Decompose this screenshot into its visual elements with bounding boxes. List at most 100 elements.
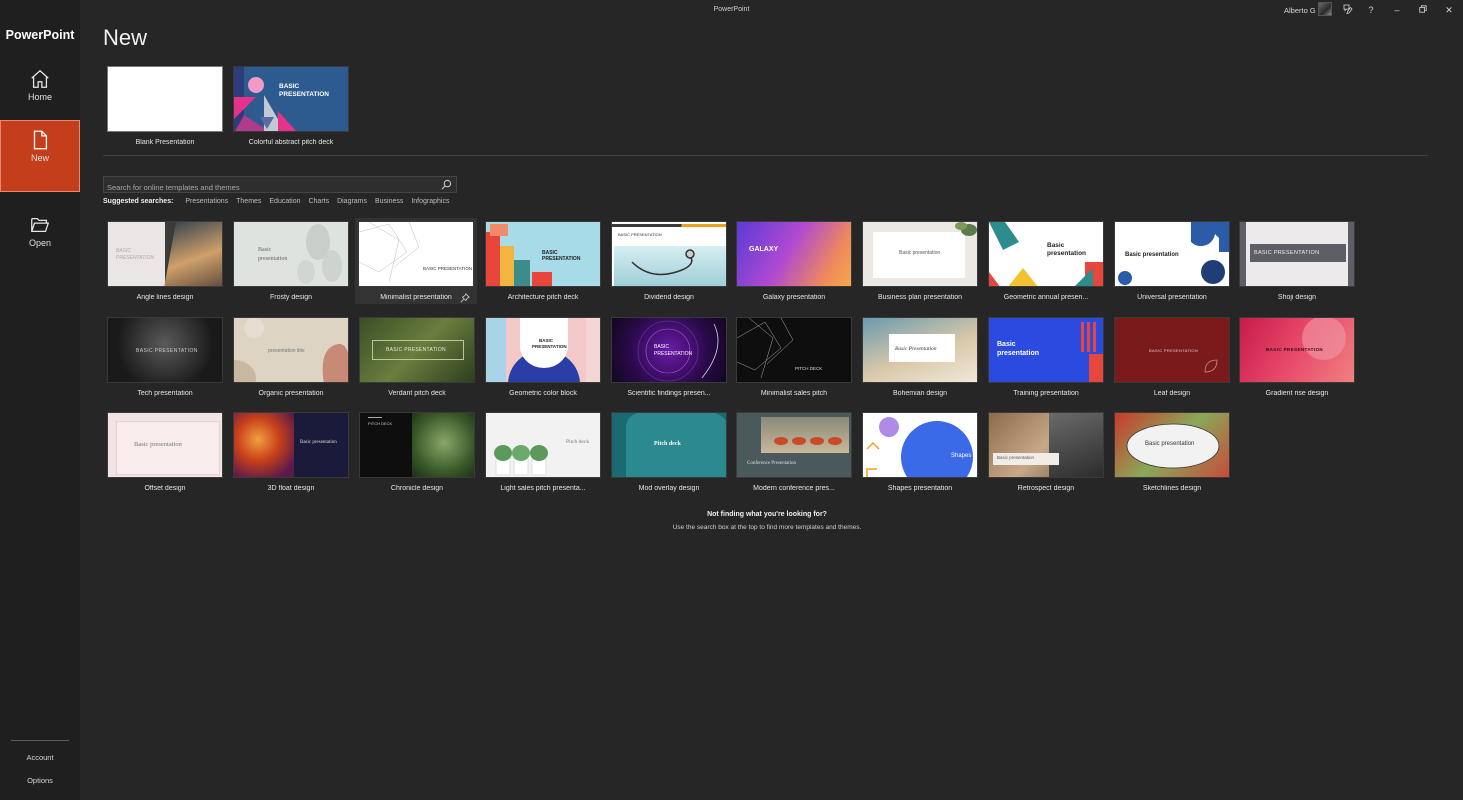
thumb-text: Basic presentation	[1145, 441, 1195, 447]
feedback-icon[interactable]	[1341, 3, 1355, 17]
template-galaxy[interactable]: GALAXY Galaxy presentation	[736, 221, 852, 301]
template-shoji[interactable]: BASIC PRESENTATION Shoji design	[1239, 221, 1355, 301]
template-thumbnail: BASIC PRESENTATION	[611, 317, 727, 383]
template-label: Dividend design	[644, 294, 694, 301]
template-dividend[interactable]: BASIC PRESENTATION Dividend design	[611, 221, 727, 301]
template-light-sales[interactable]: Pitch deck Light sales pitch presenta...	[485, 412, 601, 492]
template-label: Mod overlay design	[638, 485, 700, 492]
template-retrospect[interactable]: Basic presentation Retrospect design	[988, 412, 1104, 492]
template-bohemian[interactable]: Basic Presentation Bohemian design	[862, 317, 978, 397]
template-thumbnail: Conference Presentation	[736, 412, 852, 478]
template-leaf[interactable]: BASIC PRESENTATION Leaf design	[1114, 317, 1230, 397]
template-thumbnail: Basic presentation	[233, 221, 349, 287]
template-thumbnail: Basic Presentation	[862, 317, 978, 383]
line-art-graphic	[737, 318, 794, 379]
nav-open[interactable]: Open	[0, 206, 80, 278]
template-thumbnail: PITCH DECK	[359, 412, 475, 478]
template-label: Shoji design	[1277, 294, 1317, 301]
template-geometric-color-block[interactable]: BASIC PRESENTATION Geometric color block	[485, 317, 601, 397]
template-blank-presentation[interactable]: Blank Presentation	[107, 66, 223, 146]
section-divider	[103, 155, 1428, 156]
template-frosty[interactable]: Basic presentation Frosty design	[233, 221, 349, 301]
template-modern-conference[interactable]: Conference Presentation Modern conferenc…	[736, 412, 852, 492]
template-label: Light sales pitch presenta...	[500, 485, 586, 492]
template-mod-overlay[interactable]: Pitch deck Mod overlay design	[611, 412, 727, 492]
template-3d-float[interactable]: Basic presentation 3D float design	[233, 412, 349, 492]
thumb-text: GALAXY	[749, 246, 779, 253]
thumb-text: BASIC PRESENTATION	[386, 347, 446, 353]
leaf-icon	[1204, 359, 1218, 373]
thumb-text: Basic presentation	[258, 247, 288, 262]
thumb-text: Pitch deck	[566, 439, 590, 445]
template-chronicle[interactable]: PITCH DECK Chronicle design	[359, 412, 475, 492]
template-organic[interactable]: presentation title Organic presentation	[233, 317, 349, 397]
template-label: Scientific findings presen...	[627, 390, 711, 397]
template-label: Minimalist sales pitch	[760, 390, 828, 397]
suggest-diagrams[interactable]: Diagrams	[337, 198, 367, 205]
not-found-title: Not finding what you're looking for?	[707, 511, 827, 518]
template-offset[interactable]: Basic presentation Offset design	[107, 412, 223, 492]
help-icon[interactable]: ?	[1364, 3, 1378, 17]
pin-icon[interactable]	[460, 293, 470, 303]
thumb-text: Shapes	[951, 453, 972, 459]
search-icon[interactable]	[441, 179, 452, 190]
thumb-text: BASIC PRESENTATION	[116, 248, 155, 261]
template-label: Galaxy presentation	[762, 294, 826, 301]
template-architecture[interactable]: BASIC PRESENTATION Architecture pitch de…	[485, 221, 601, 301]
template-angle-lines[interactable]: BASIC PRESENTATION Angle lines design	[107, 221, 223, 301]
home-icon	[31, 69, 49, 88]
template-minimalist-sales[interactable]: PITCH DECK Minimalist sales pitch	[736, 317, 852, 397]
nav-new[interactable]: New	[0, 120, 80, 192]
template-scientific[interactable]: BASIC PRESENTATION Scientific findings p…	[611, 317, 727, 397]
template-universal[interactable]: Basic presentation Universal presentatio…	[1114, 221, 1230, 301]
template-thumbnail: GALAXY	[736, 221, 852, 287]
template-geometric-annual[interactable]: Basic presentation Geometric annual pres…	[988, 221, 1104, 301]
nav-options[interactable]: Options	[0, 776, 80, 785]
template-thumbnail: BASIC PRESENTATION	[1239, 317, 1355, 383]
restore-icon[interactable]	[1416, 3, 1430, 17]
template-tech[interactable]: BASIC PRESENTATION Tech presentation	[107, 317, 223, 397]
template-thumbnail: BASIC PRESENTATION	[485, 221, 601, 287]
template-shapes[interactable]: Shapes Shapes presentation	[862, 412, 978, 492]
template-thumbnail: Basic presentation	[107, 412, 223, 478]
backstage-sidebar: PowerPoint Home New Open Account Options	[0, 0, 80, 800]
template-business-plan[interactable]: Basic presentation Business plan present…	[862, 221, 978, 301]
template-gradient-rise[interactable]: BASIC PRESENTATION Gradient rise design	[1239, 317, 1355, 397]
template-thumbnail: Shapes	[862, 412, 978, 478]
template-label: Blank Presentation	[135, 139, 195, 146]
template-thumbnail: BASIC PRESENTATION	[1239, 221, 1355, 287]
template-search-box[interactable]	[103, 176, 457, 195]
sidebar-divider	[11, 740, 69, 741]
template-minimalist[interactable]: BASIC PRESENTATION Minimalist presentati…	[355, 218, 477, 304]
suggest-infographics[interactable]: Infographics	[411, 198, 449, 205]
template-thumbnail: Basic presentation	[233, 412, 349, 478]
close-icon[interactable]: ✕	[1442, 3, 1456, 17]
template-label: Organic presentation	[258, 390, 324, 397]
suggest-charts[interactable]: Charts	[308, 198, 329, 205]
template-thumbnail: BASIC PRESENTATION	[359, 317, 475, 383]
avatar[interactable]	[1318, 2, 1332, 16]
nav-account[interactable]: Account	[0, 753, 80, 762]
minimize-icon[interactable]: –	[1390, 3, 1404, 17]
template-sketchlines[interactable]: Basic presentation Sketchlines design	[1114, 412, 1230, 492]
suggest-business[interactable]: Business	[375, 198, 403, 205]
template-colorful-abstract[interactable]: BASIC PRESENTATION Colorful abstract pit…	[233, 66, 349, 146]
new-document-icon	[33, 130, 48, 150]
template-label: Universal presentation	[1137, 294, 1207, 301]
template-verdant[interactable]: BASIC PRESENTATION Verdant pitch deck	[359, 317, 475, 397]
search-input[interactable]	[104, 180, 434, 195]
template-label: Architecture pitch deck	[507, 294, 579, 301]
template-thumbnail: Pitch deck	[485, 412, 601, 478]
template-thumbnail: Basic presentation	[1114, 221, 1230, 287]
template-thumbnail: BASIC PRESENTATION	[1114, 317, 1230, 383]
template-training[interactable]: Basic presentation Training presentation	[988, 317, 1104, 397]
suggest-presentations[interactable]: Presentations	[185, 198, 228, 205]
user-name[interactable]: Alberto G	[1284, 6, 1316, 15]
template-thumbnail: Basic presentation	[988, 317, 1104, 383]
suggest-education[interactable]: Education	[269, 198, 300, 205]
suggest-themes[interactable]: Themes	[236, 198, 261, 205]
thumb-text: Conference Presentation	[747, 461, 797, 466]
template-label: Training presentation	[1013, 390, 1079, 397]
template-label: Sketchlines design	[1142, 485, 1202, 492]
thumb-text: BASIC PRESENTATION	[423, 266, 473, 271]
